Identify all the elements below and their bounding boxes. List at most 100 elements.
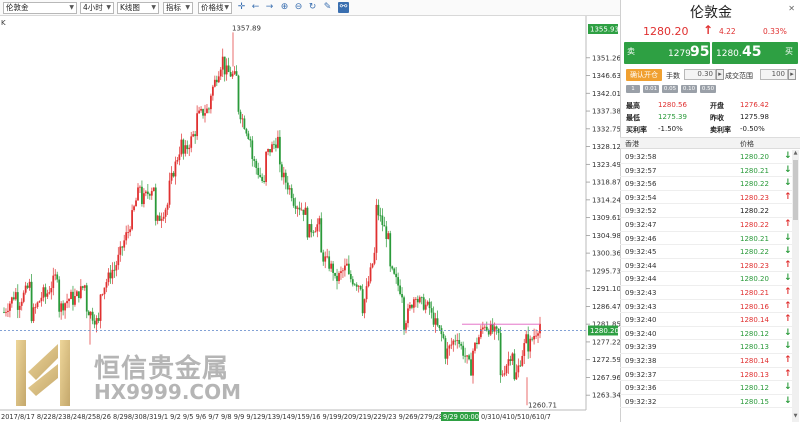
candle-body	[523, 343, 526, 356]
candle-body	[487, 330, 490, 335]
candle-body	[146, 191, 149, 195]
price-axis-label: 1277.22	[592, 338, 620, 346]
candle-body	[515, 372, 518, 380]
price-axis-label: 1328.12	[592, 143, 620, 151]
candle-body	[513, 353, 516, 380]
candle-body	[322, 252, 325, 262]
candle-body	[233, 71, 236, 74]
scroll-down-icon[interactable]: ▼	[792, 413, 799, 421]
candle-body	[533, 336, 535, 340]
scroll-up-icon[interactable]: ▲	[792, 150, 799, 158]
candle-body	[334, 272, 336, 276]
price-line-select[interactable]: 价格线 ▼	[198, 2, 232, 14]
tick-time: 09:32:44	[625, 261, 657, 270]
candle-body	[296, 207, 299, 209]
chip-lot[interactable]: 0.50	[700, 85, 716, 93]
range-stepper[interactable]: ▸	[788, 69, 796, 80]
chip-lot[interactable]: 0.05	[662, 85, 678, 93]
zoom-in-icon[interactable]: ⊕	[279, 2, 290, 13]
candle-body	[493, 326, 496, 332]
candle-body	[131, 210, 133, 230]
stat-value-low: 1275.39	[658, 113, 687, 121]
arrow-left-icon[interactable]: ←	[250, 2, 261, 13]
candle-body	[200, 109, 202, 111]
indicator-select[interactable]: 指标 ▼	[163, 2, 193, 14]
confirm-open-button[interactable]: 确认开仓	[626, 69, 662, 81]
price-change: 4.22	[719, 27, 736, 36]
candle-body	[440, 328, 443, 335]
tick-row: 09:32:44 1280.20 ↓	[620, 272, 792, 286]
candle-body	[56, 274, 59, 280]
candle-body	[511, 353, 514, 361]
candle-body	[255, 160, 258, 168]
panel-title: 伦敦金	[690, 5, 732, 21]
candle-body	[407, 308, 409, 324]
candle-body	[229, 71, 232, 77]
tick-price: 1280.22	[740, 180, 769, 189]
candle-body	[432, 312, 435, 325]
arrow-down-icon: ↓	[784, 232, 792, 243]
candle-body	[7, 310, 9, 313]
candle-body	[22, 292, 25, 302]
pencil-icon[interactable]: ✎	[322, 2, 333, 13]
candle-body	[355, 284, 358, 287]
zoom-out-icon[interactable]: ⊖	[293, 2, 304, 13]
arrow-right-icon[interactable]: →	[264, 2, 275, 13]
candle-body	[367, 281, 370, 287]
candle-body	[418, 297, 421, 303]
chip-lot[interactable]: 1	[626, 85, 640, 93]
tick-header-time: 香港	[625, 140, 639, 148]
candle-body	[72, 291, 74, 305]
tick-row: 09:32:58 1280.20 ↓	[620, 150, 792, 164]
candle-body	[472, 350, 474, 376]
symbol-select[interactable]: 伦敦金 ▼	[3, 2, 77, 14]
arrow-down-icon: ↓	[784, 151, 792, 161]
tick-row: 09:32:56 1280.22 ↓	[620, 177, 792, 191]
close-icon[interactable]: ✕	[788, 4, 795, 13]
period-select[interactable]: 4小时 ▼	[80, 2, 114, 14]
candlestick-chart[interactable]: 1263.341267.961272.591277.221281.851286.…	[0, 16, 620, 422]
candle-body	[267, 149, 269, 152]
candle-body	[24, 285, 27, 293]
tick-time: 09:32:32	[625, 397, 657, 406]
candle-body	[369, 267, 372, 282]
stat-label-buy-rate: 买利率	[626, 126, 647, 134]
candle-body	[113, 269, 116, 271]
candle-body	[32, 307, 35, 322]
candle-body	[34, 306, 37, 308]
candle-body	[198, 110, 200, 114]
refresh-icon[interactable]: ↻	[307, 2, 318, 13]
crosshair-icon[interactable]: ✛	[236, 2, 247, 13]
lots-input[interactable]: 0.30	[684, 69, 716, 80]
candle-body	[414, 298, 417, 300]
candle-body	[176, 160, 179, 162]
chart-type-select[interactable]: K线图 ▼	[117, 2, 159, 14]
tick-price: 1280.13	[740, 343, 769, 352]
candle-body	[412, 299, 415, 308]
candle-body	[373, 252, 376, 264]
candle-body	[119, 246, 122, 255]
sell-button[interactable]: 卖 1279. 95	[624, 42, 710, 64]
stat-label-open: 开盘	[710, 102, 724, 110]
arrow-up-icon: ↑	[784, 191, 792, 202]
candle-body	[304, 207, 307, 215]
lots-stepper[interactable]: ▸	[716, 69, 724, 80]
arrow-down-icon: ↓	[784, 327, 792, 338]
scrollbar-thumb[interactable]	[793, 160, 798, 220]
arrow-up-icon: ↑	[784, 259, 792, 270]
chip-lot[interactable]: 0.01	[643, 85, 659, 93]
candle-body	[217, 76, 220, 83]
chip-lot[interactable]: 0.10	[681, 85, 697, 93]
candle-body	[148, 194, 151, 196]
candle-body	[371, 263, 374, 268]
indicator-select-value: 指标	[166, 3, 181, 12]
buy-button[interactable]: 1280. 45 买	[712, 42, 798, 64]
link-icon[interactable]: ⚯	[338, 2, 349, 13]
candle-body	[517, 365, 520, 373]
range-input[interactable]: 100	[760, 69, 788, 80]
tick-price: 1280.14	[740, 357, 769, 365]
candle-body	[381, 215, 384, 226]
candle-body	[336, 275, 338, 282]
period-select-value: 4小时	[83, 3, 103, 12]
candle-body	[499, 332, 502, 376]
